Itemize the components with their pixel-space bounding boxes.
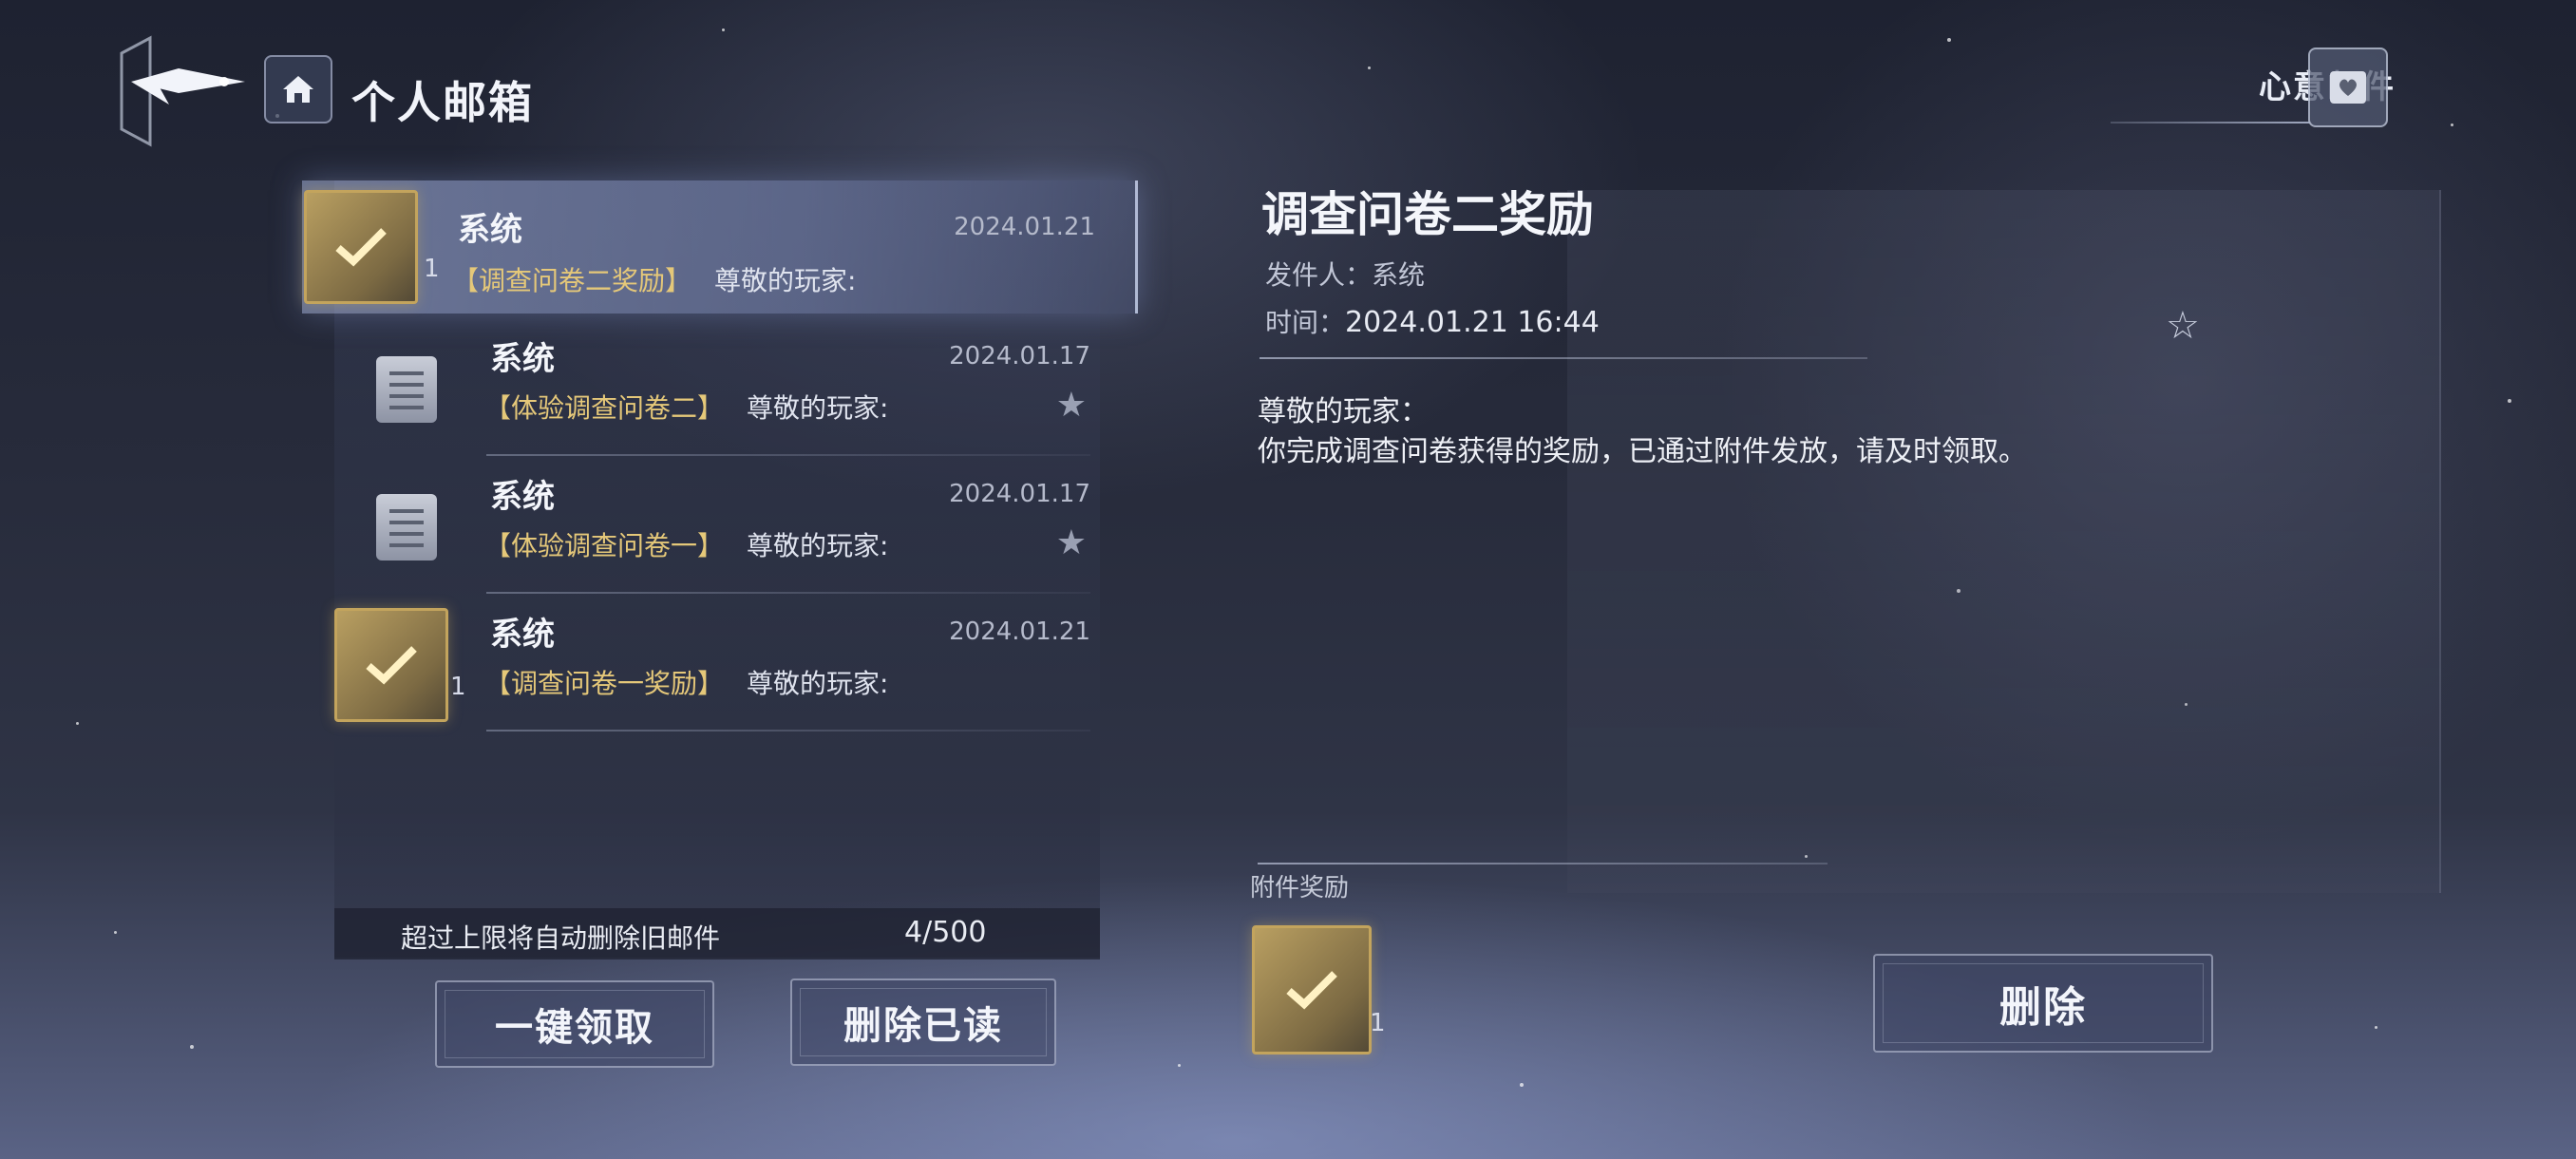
gift-mail-underline: [2111, 122, 2310, 124]
mail-item-icon: [350, 332, 464, 446]
home-button[interactable]: [264, 55, 332, 124]
mail-item-date: 2024.01.21: [949, 618, 1090, 646]
divider: [486, 730, 1090, 732]
document-icon: [376, 494, 437, 560]
mail-item-qty: 1: [450, 673, 466, 701]
time-value: 2024.01.21 16:44: [1345, 306, 1600, 339]
divider: [1258, 863, 1828, 864]
mail-item-date: 2024.01.21: [954, 213, 1095, 241]
checkmark-icon: [366, 646, 417, 685]
gift-mail-button[interactable]: [2308, 48, 2388, 127]
time-label: 时间：: [1265, 307, 1346, 338]
claim-all-button[interactable]: 一键领取: [435, 980, 714, 1068]
mail-item-preview: 尊敬的玩家:: [747, 530, 889, 561]
mail-item[interactable]: 1 系统 2024.01.21 【调查问卷一奖励】 尊敬的玩家:: [334, 598, 1100, 732]
checkmark-icon: [335, 228, 387, 267]
mail-list: 1 系统 2024.01.21 【调查问卷二奖励】 尊敬的玩家: 系统 2024…: [302, 180, 1138, 958]
mail-count: 4/500: [904, 916, 987, 949]
star-icon: ★: [1055, 386, 1087, 425]
divider: [486, 454, 1090, 456]
mail-item-sender: 系统: [458, 211, 522, 249]
divider: [486, 592, 1090, 594]
mail-body-text: 你完成调查问卷获得的奖励，已通过附件发放，请及时领取。: [1258, 435, 2027, 468]
page-title: 个人邮箱: [351, 77, 534, 128]
detail-panel-backdrop: [1567, 190, 2441, 893]
attachment-qty: 1: [1370, 1009, 1386, 1037]
delete-button[interactable]: 删除: [1873, 954, 2213, 1053]
mail-item-subject: 【调查问卷一奖励】: [484, 668, 725, 699]
mail-item-sender: 系统: [490, 340, 555, 378]
document-icon: [376, 356, 437, 423]
mail-item-subject: 【体验调查问卷一】: [484, 530, 725, 561]
mail-item-icon: [304, 190, 418, 304]
mail-item-preview: 尊敬的玩家:: [714, 265, 857, 296]
mail-item-preview: 尊敬的玩家:: [747, 392, 889, 424]
star-icon: ★: [1055, 523, 1087, 562]
mail-limit-bar: 超过上限将自动删除旧邮件 4/500: [334, 908, 1100, 960]
mail-item-selected[interactable]: 1 系统 2024.01.21 【调查问卷二奖励】 尊敬的玩家:: [302, 180, 1138, 314]
mail-item-date: 2024.01.17: [949, 342, 1090, 370]
mail-item-preview: 尊敬的玩家:: [747, 668, 889, 699]
mail-detail-time: 时间：2024.01.21 16:44: [1265, 302, 1600, 340]
mail-body-greeting: 尊敬的玩家：: [1258, 395, 1429, 428]
divider: [1260, 357, 1867, 359]
mail-item-icon: [350, 470, 464, 584]
mail-item-sender: 系统: [490, 478, 555, 516]
mail-item-subject: 【体验调查问卷二】: [484, 392, 725, 424]
delete-read-button[interactable]: 删除已读: [790, 978, 1056, 1066]
attachment-label: 附件奖励: [1250, 874, 1350, 902]
mail-item[interactable]: 系统 2024.01.17 【体验调查问卷二】 尊敬的玩家: ★: [334, 323, 1100, 456]
attachment-item[interactable]: 1: [1252, 925, 1386, 1058]
reward-box-icon: [1252, 925, 1372, 1054]
mail-detail-sender: 发件人：系统: [1265, 259, 1426, 291]
mail-item-date: 2024.01.17: [949, 480, 1090, 508]
home-icon: [283, 76, 313, 103]
mail-detail-title: 调查问卷二奖励: [1261, 186, 1594, 242]
reward-box-icon: [304, 190, 418, 304]
mail-limit-notice: 超过上限将自动删除旧邮件: [401, 922, 721, 954]
mail-item-subject: 【调查问卷二奖励】: [452, 265, 692, 296]
reward-box-icon: [334, 608, 448, 722]
favorite-star-icon[interactable]: ☆: [2166, 304, 2200, 348]
mail-item[interactable]: 系统 2024.01.17 【体验调查问卷一】 尊敬的玩家: ★: [334, 461, 1100, 594]
back-button[interactable]: [112, 34, 255, 148]
checkmark-icon: [1286, 971, 1337, 1010]
heart-envelope-icon: [2330, 71, 2366, 104]
back-arrow-icon: [120, 35, 245, 147]
mail-item-qty: 1: [424, 255, 440, 283]
mail-item-icon: [334, 608, 448, 722]
mail-item-sender: 系统: [490, 616, 555, 654]
